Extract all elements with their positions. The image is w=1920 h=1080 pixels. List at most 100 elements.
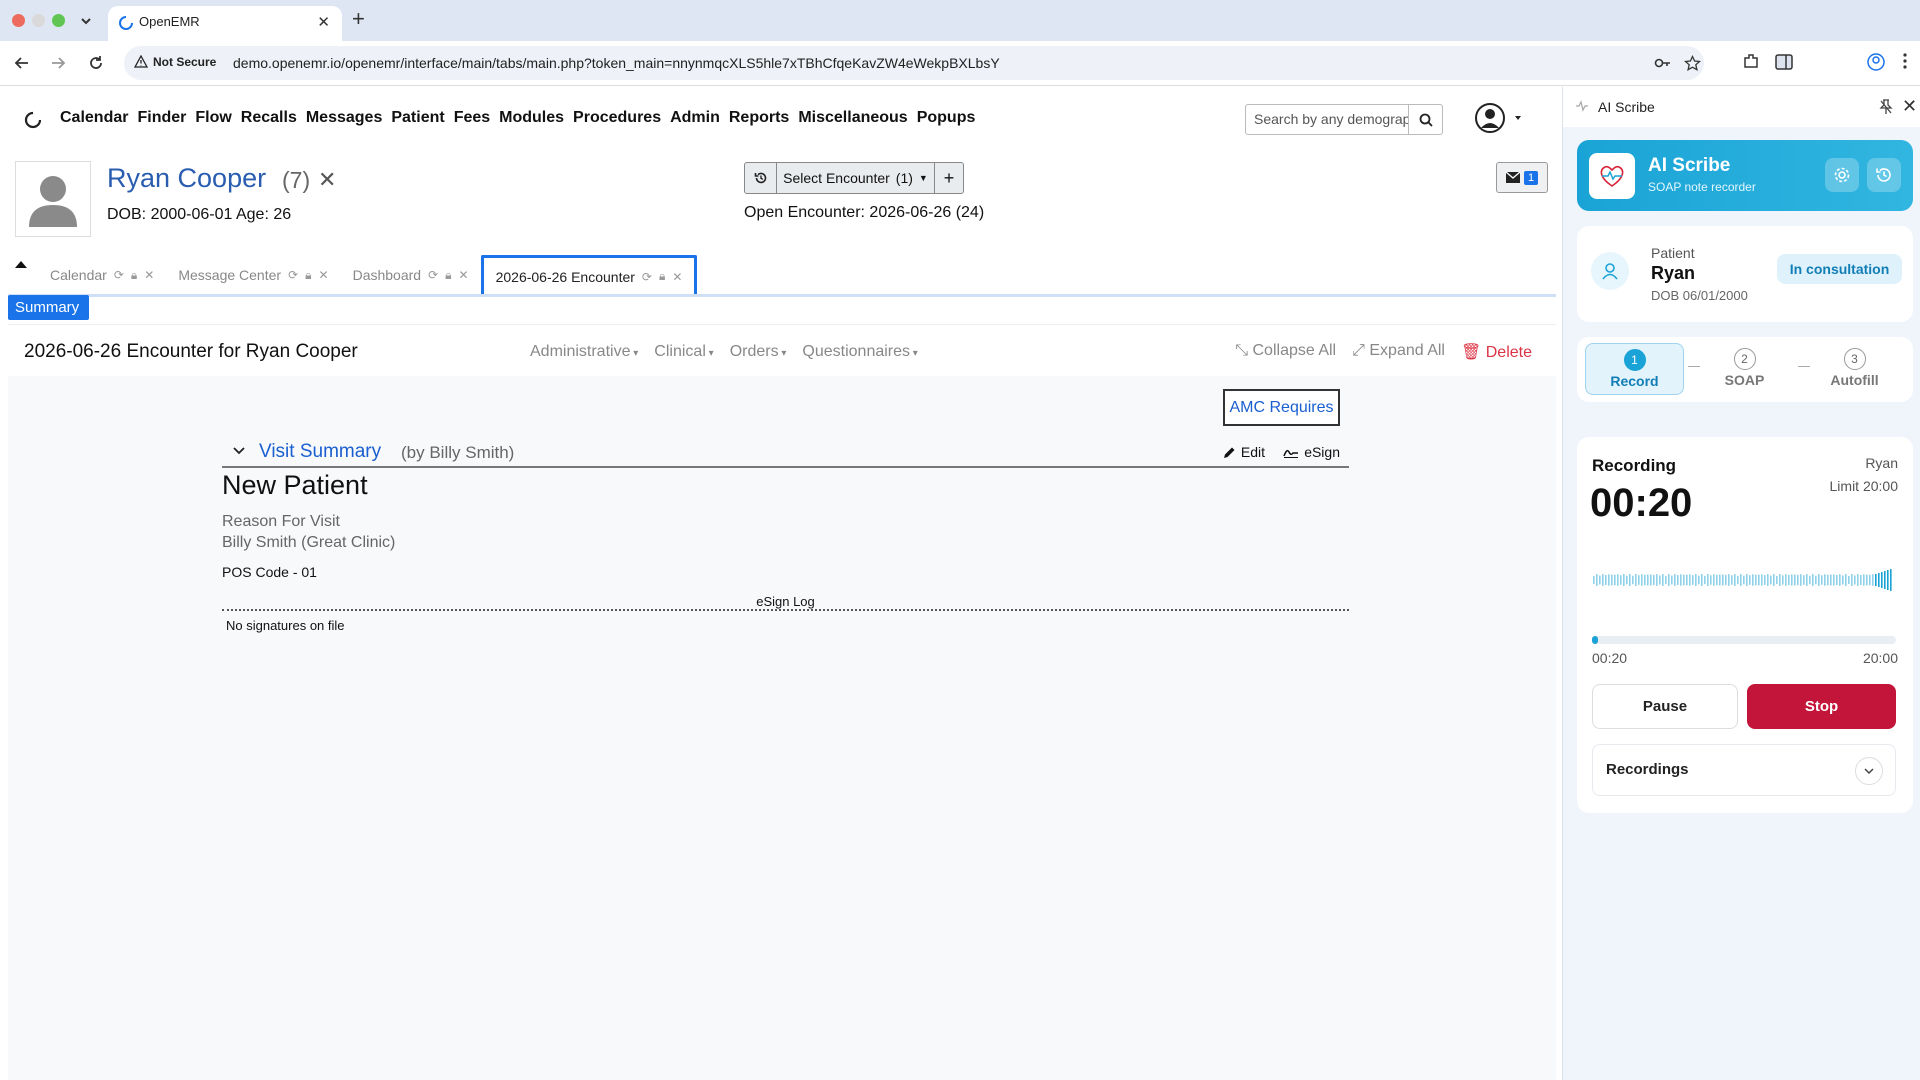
edit-visit-button[interactable]: Edit xyxy=(1223,444,1265,460)
recordings-accordion[interactable]: Recordings xyxy=(1592,744,1896,796)
amc-requires-button[interactable]: AMC Requires xyxy=(1223,389,1340,426)
chevron-down-icon[interactable] xyxy=(232,446,246,456)
history-icon xyxy=(754,172,766,184)
waveform-bar xyxy=(1707,574,1709,586)
bookmark-star-icon[interactable] xyxy=(1684,55,1701,72)
close-tab-icon[interactable]: ✕ xyxy=(459,268,469,282)
search-button[interactable] xyxy=(1409,104,1443,135)
extension-icon[interactable] xyxy=(1742,52,1760,70)
warning-icon xyxy=(134,55,148,68)
add-encounter-button[interactable]: + xyxy=(935,163,963,193)
forward-icon[interactable] xyxy=(46,51,70,75)
close-tab-icon[interactable]: ✕ xyxy=(672,270,682,284)
pin-icon[interactable] xyxy=(1879,99,1893,115)
menu-popups[interactable]: Popups xyxy=(917,109,976,127)
menu-miscellaneous[interactable]: Miscellaneous xyxy=(798,109,907,127)
collapse-header-icon[interactable] xyxy=(14,259,28,269)
waveform-bar xyxy=(1596,574,1598,586)
tab-search-icon[interactable] xyxy=(76,11,96,31)
waveform-bar xyxy=(1782,575,1784,585)
refresh-tab-icon[interactable]: ⟳ xyxy=(642,270,652,284)
refresh-tab-icon[interactable]: ⟳ xyxy=(428,268,438,282)
expand-icon: ⤢ xyxy=(1352,342,1365,359)
lock-tab-icon[interactable]: 🔒︎ xyxy=(659,269,665,284)
patient-label: Patient xyxy=(1651,245,1695,261)
menu-messages[interactable]: Messages xyxy=(306,109,383,127)
user-menu-icon[interactable] xyxy=(1473,101,1523,135)
history-button[interactable] xyxy=(1867,158,1901,192)
reload-icon[interactable] xyxy=(84,51,108,75)
progress-start-time: 00:20 xyxy=(1592,650,1628,666)
menu-reports[interactable]: Reports xyxy=(729,109,789,127)
step-soap[interactable]: 2 SOAP xyxy=(1695,343,1794,395)
summary-tab[interactable]: Summary xyxy=(8,295,89,320)
new-tab-button[interactable]: + xyxy=(352,6,365,32)
close-patient-icon[interactable]: ✕ xyxy=(318,167,336,193)
step-autofill[interactable]: 3 Autofill xyxy=(1805,343,1904,395)
settings-button[interactable] xyxy=(1825,158,1859,192)
lock-tab-icon[interactable]: 🔒︎ xyxy=(305,268,311,283)
patient-search-input[interactable]: Search by any demographics xyxy=(1245,104,1409,135)
waveform-bar xyxy=(1749,575,1751,585)
profile-icon[interactable] xyxy=(1866,52,1886,72)
waveform-bar xyxy=(1686,574,1688,586)
lock-tab-icon[interactable]: 🔒︎ xyxy=(445,268,451,283)
messages-button[interactable]: 1 xyxy=(1496,162,1548,193)
menu-orders[interactable]: Orders xyxy=(730,343,787,361)
minimize-window-button[interactable] xyxy=(32,14,45,27)
close-panel-icon[interactable]: ✕ xyxy=(1902,96,1917,117)
menu-procedures[interactable]: Procedures xyxy=(573,109,661,127)
waveform-bar xyxy=(1785,574,1787,586)
browser-tab[interactable]: OpenEMR ✕ xyxy=(108,6,342,41)
close-tab-icon[interactable]: ✕ xyxy=(144,268,154,282)
menu-questionnaires[interactable]: Questionnaires xyxy=(802,343,917,361)
openemr-logo-icon[interactable] xyxy=(24,111,42,129)
chevron-down-icon[interactable] xyxy=(1855,757,1883,785)
tab-message-center[interactable]: Message Center ⟳ 🔒︎ ✕ xyxy=(166,255,340,295)
pause-button[interactable]: Pause xyxy=(1592,684,1738,729)
menu-admin[interactable]: Admin xyxy=(670,109,720,127)
close-tab-icon[interactable]: ✕ xyxy=(319,268,329,282)
browser-menu-icon[interactable] xyxy=(1902,52,1908,70)
gear-icon xyxy=(1834,167,1850,183)
select-encounter-dropdown[interactable]: Select Encounter (1) ▼ xyxy=(777,163,935,193)
password-key-icon[interactable] xyxy=(1654,55,1672,71)
menu-administrative[interactable]: Administrative xyxy=(530,343,638,361)
side-panel-icon[interactable] xyxy=(1774,52,1794,72)
back-icon[interactable] xyxy=(10,51,34,75)
waveform-bar xyxy=(1593,576,1595,584)
tab-encounter[interactable]: 2026-06-26 Encounter ⟳ 🔒︎ ✕ xyxy=(480,255,698,295)
ai-scribe-side-panel: AI Scribe ✕ AI Scribe SOAP note recorder… xyxy=(1562,87,1920,1080)
visit-summary-link[interactable]: Visit Summary xyxy=(259,441,381,463)
stop-button[interactable]: Stop xyxy=(1747,684,1896,729)
close-tab-icon[interactable]: ✕ xyxy=(317,13,330,31)
refresh-tab-icon[interactable]: ⟳ xyxy=(114,268,124,282)
menu-flow[interactable]: Flow xyxy=(195,109,231,127)
menu-clinical[interactable]: Clinical xyxy=(654,343,713,361)
delete-encounter-button[interactable]: 🗑︎ Delete xyxy=(1461,342,1532,362)
menu-finder[interactable]: Finder xyxy=(137,109,186,127)
menu-fees[interactable]: Fees xyxy=(454,109,490,127)
step-record[interactable]: 1 Record xyxy=(1585,343,1684,395)
collapse-all-button[interactable]: ⤡ Collapse All xyxy=(1235,342,1336,362)
not-secure-indicator[interactable]: Not Secure xyxy=(134,55,216,69)
waveform-bar xyxy=(1704,575,1706,585)
waveform-bar xyxy=(1821,575,1823,585)
patient-name-link[interactable]: Ryan Cooper xyxy=(107,163,266,194)
waveform-bar xyxy=(1653,574,1655,586)
waveform-bar xyxy=(1629,574,1631,586)
maximize-window-button[interactable] xyxy=(52,14,65,27)
menu-recalls[interactable]: Recalls xyxy=(241,109,297,127)
expand-all-button[interactable]: ⤢ Expand All xyxy=(1352,342,1445,362)
tab-dashboard[interactable]: Dashboard ⟳ 🔒︎ ✕ xyxy=(341,255,481,295)
tab-calendar[interactable]: Calendar ⟳ 🔒︎ ✕ xyxy=(38,255,166,295)
menu-calendar[interactable]: Calendar xyxy=(60,109,128,127)
address-bar[interactable]: Not Secure demo.openemr.io/openemr/inter… xyxy=(124,46,1704,80)
refresh-tab-icon[interactable]: ⟳ xyxy=(288,268,298,282)
menu-patient[interactable]: Patient xyxy=(391,109,444,127)
menu-modules[interactable]: Modules xyxy=(499,109,564,127)
lock-tab-icon[interactable]: 🔒︎ xyxy=(131,268,137,283)
close-window-button[interactable] xyxy=(12,14,25,27)
esign-button[interactable]: eSign xyxy=(1283,444,1340,460)
encounter-history-button[interactable] xyxy=(745,163,777,193)
